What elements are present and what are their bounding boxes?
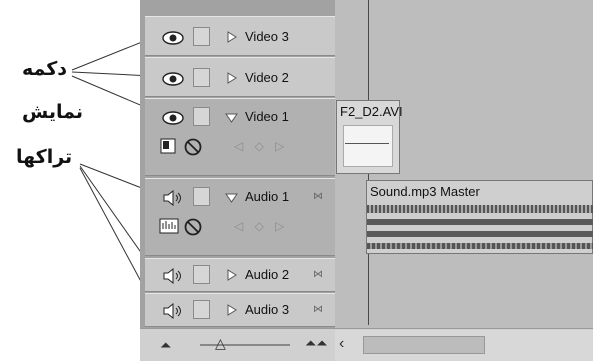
keyframe-nav-icons: ◁ ◇ ▷: [234, 139, 289, 153]
triangle-down-icon[interactable]: [225, 191, 238, 203]
lock-box-icon[interactable]: [193, 265, 210, 284]
scroll-thumb[interactable]: [363, 336, 485, 354]
audio-waveform: [367, 243, 593, 249]
clip-title: Sound.mp3 Master: [370, 184, 480, 199]
prohibited-icon[interactable]: [183, 217, 203, 237]
timeline-panel: Video 3 Video 2 Video 1 ◁ ◇ ▷ Audio 1 ⋈ …: [140, 0, 593, 361]
display-style-icon[interactable]: [159, 137, 177, 155]
speaker-icon[interactable]: [161, 268, 185, 284]
track-name: Video 1: [245, 109, 289, 124]
eye-icon[interactable]: [161, 110, 185, 126]
triangle-right-icon[interactable]: [225, 269, 238, 281]
keyframe-nav-icons: ◁ ◇ ▷: [234, 219, 289, 233]
lock-box-icon[interactable]: [193, 187, 210, 206]
track-header-audio-2: Audio 2 ⋈: [145, 258, 335, 292]
triangle-right-icon[interactable]: [225, 304, 238, 316]
audio-waveform: [367, 219, 593, 225]
sync-icon[interactable]: ⋈: [313, 304, 323, 315]
zoom-thumb[interactable]: △: [215, 335, 226, 352]
track-name: Video 3: [245, 29, 289, 44]
audio-waveform: [367, 205, 593, 213]
video-clip[interactable]: F2_D2.AVI: [336, 100, 403, 174]
clip-rubberband: [345, 143, 389, 144]
speaker-icon[interactable]: [161, 190, 185, 206]
track-name: Audio 1: [245, 189, 290, 204]
triangle-down-icon[interactable]: [225, 111, 238, 123]
eye-icon[interactable]: [161, 71, 185, 87]
clip-title: F2_D2.AVI: [340, 104, 403, 119]
track-header-audio-3: Audio 3 ⋈: [145, 293, 335, 327]
sync-icon[interactable]: ⋈: [313, 191, 323, 202]
lock-box-icon[interactable]: [193, 68, 210, 87]
prohibited-icon[interactable]: [183, 137, 203, 157]
audio-clip[interactable]: Sound.mp3 Master: [366, 180, 593, 254]
lock-box-icon[interactable]: [193, 27, 210, 46]
zoom-in-icon[interactable]: ⏶⏶: [305, 335, 327, 352]
zoom-slider[interactable]: [200, 344, 290, 346]
eye-icon[interactable]: [161, 30, 185, 46]
triangle-right-icon[interactable]: [225, 31, 238, 43]
clip-thumbnail: [343, 125, 393, 167]
track-header-video-3: Video 3: [145, 16, 335, 56]
scroll-left-icon[interactable]: ‹: [339, 335, 344, 353]
speaker-icon[interactable]: [161, 303, 185, 319]
triangle-right-icon[interactable]: [225, 72, 238, 84]
track-name: Audio 2: [245, 267, 290, 282]
lock-box-icon[interactable]: [193, 300, 210, 319]
track-name: Video 2: [245, 70, 289, 85]
zoom-out-icon[interactable]: ⏶: [160, 337, 171, 354]
track-name: Audio 3: [245, 302, 290, 317]
waveform-display-icon[interactable]: [159, 217, 179, 235]
track-header-video-2: Video 2: [145, 57, 335, 97]
lock-box-icon[interactable]: [193, 107, 210, 126]
horizontal-scrollbar[interactable]: ‹: [335, 330, 593, 361]
sync-icon[interactable]: ⋈: [313, 269, 323, 280]
audio-waveform: [367, 231, 593, 237]
track-header-audio-1: Audio 1 ⋈ ◁ ◇ ▷: [145, 178, 335, 256]
track-header-video-1: Video 1 ◁ ◇ ▷: [145, 98, 335, 176]
